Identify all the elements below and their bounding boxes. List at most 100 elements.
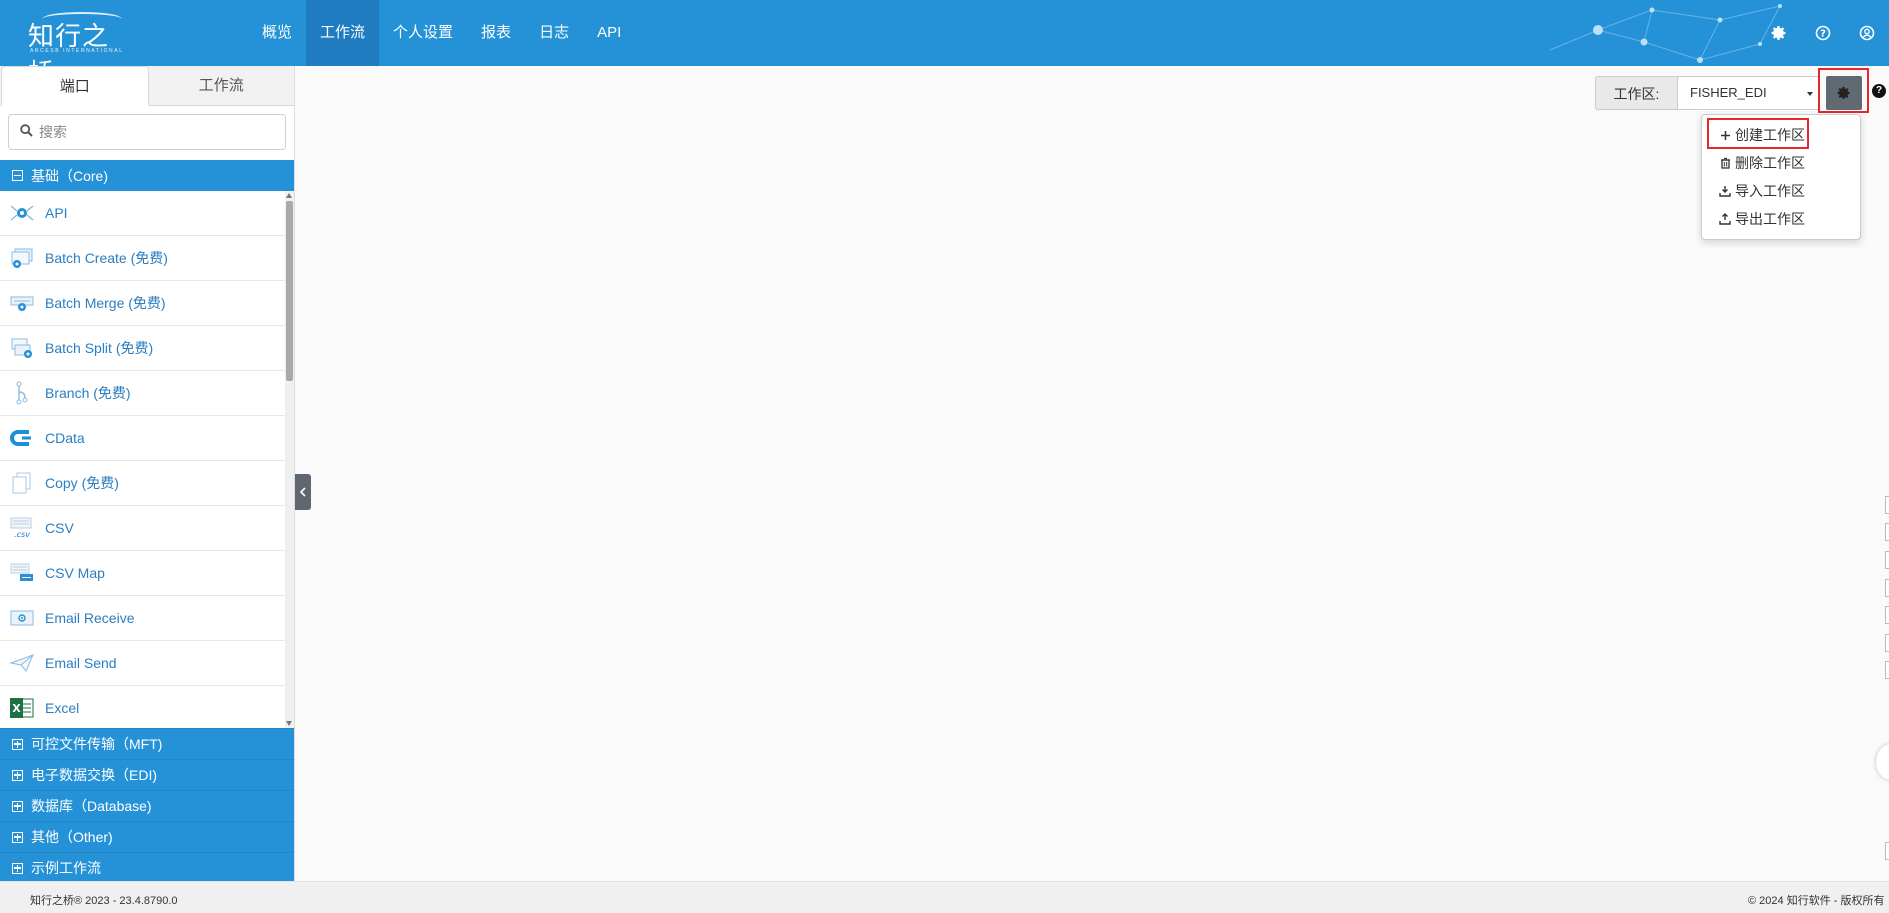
expand-icon — [12, 769, 23, 781]
canvas-tool-button[interactable] — [1885, 661, 1889, 679]
nav-workflow[interactable]: 工作流 — [306, 0, 380, 66]
port-batch-merge[interactable]: Batch Merge (免费) — [0, 281, 285, 326]
port-csv[interactable]: .csv CSV — [0, 506, 285, 551]
port-batch-create[interactable]: Batch Create (免费) — [0, 236, 285, 281]
port-label: Email Send — [45, 655, 117, 671]
footer: 知行之桥® 2023 - 23.4.8790.0 © 2024 知行软件 - 版… — [0, 881, 1889, 913]
scroll-up-arrow[interactable] — [286, 193, 292, 198]
canvas-tool-button[interactable] — [1885, 523, 1889, 541]
canvas-tool-button[interactable] — [1885, 496, 1889, 514]
workspace-help-icon[interactable]: ? — [1872, 84, 1886, 98]
menu-label: 导入工作区 — [1735, 183, 1805, 199]
port-email-send[interactable]: Email Send — [0, 641, 285, 686]
header-icons: ? — [1757, 0, 1889, 66]
port-excel[interactable]: X Excel — [0, 686, 285, 728]
expand-icon — [12, 738, 23, 750]
port-label: API — [45, 205, 68, 221]
import-icon — [1718, 184, 1732, 198]
scroll-thumb[interactable] — [286, 201, 293, 381]
excel-icon: X — [9, 695, 35, 721]
sidebar-tabs: 端口 工作流 — [0, 66, 294, 106]
workspace-dropdown[interactable]: FISHER_EDI — [1677, 76, 1820, 110]
port-api[interactable]: API — [0, 191, 285, 236]
main-nav: 概览 工作流 个人设置 报表 日志 API — [248, 0, 635, 66]
menu-delete-workspace[interactable]: 删除工作区 — [1702, 149, 1860, 177]
help-icon[interactable]: ? — [1801, 0, 1845, 66]
canvas-tool-button[interactable] — [1885, 842, 1889, 860]
search-box — [8, 114, 286, 150]
svg-text:?: ? — [1820, 29, 1826, 40]
category-sample-workflows[interactable]: 示例工作流 — [0, 852, 294, 883]
create-highlight-box — [1707, 118, 1809, 149]
user-icon[interactable] — [1845, 0, 1889, 66]
export-icon — [1718, 212, 1732, 226]
search-icon — [20, 123, 33, 141]
csv-map-icon — [9, 560, 35, 586]
svg-text:.csv: .csv — [14, 530, 30, 539]
category-list: 可控文件传输（MFT) 电子数据交换（EDI) 数据库（Database) 其他… — [0, 728, 294, 883]
cdata-icon — [9, 425, 35, 451]
canvas-tool-button[interactable] — [1885, 634, 1889, 652]
workspace-label: 工作区: — [1595, 76, 1677, 110]
email-receive-icon — [9, 605, 35, 631]
top-navbar: 知行之桥 ARCESB INTERNATIONAL 概览 工作流 个人设置 报表… — [0, 0, 1889, 66]
nav-reports[interactable]: 报表 — [467, 0, 525, 66]
expand-icon — [12, 800, 23, 812]
search-input[interactable] — [39, 124, 269, 140]
batch-split-icon — [9, 335, 35, 361]
category-label: 数据库（Database) — [31, 798, 152, 814]
tab-ports[interactable]: 端口 — [1, 66, 149, 106]
canvas-tool-button[interactable] — [1885, 551, 1889, 569]
logo[interactable]: 知行之桥 ARCESB INTERNATIONAL — [28, 12, 128, 66]
port-branch[interactable]: Branch (免费) — [0, 371, 285, 416]
search-wrapper — [0, 106, 294, 160]
batch-merge-icon — [9, 290, 35, 316]
port-copy[interactable]: Copy (免费) — [0, 461, 285, 506]
scroll-down-arrow[interactable] — [286, 721, 292, 726]
expand-icon — [12, 831, 23, 843]
api-gear-icon — [9, 200, 35, 226]
port-label: Branch (免费) — [45, 385, 131, 401]
category-label: 可控文件传输（MFT) — [31, 736, 163, 752]
category-label: 其他（Other) — [31, 829, 113, 845]
category-core[interactable]: 基础（Core) — [0, 160, 294, 191]
port-label: Copy (免费) — [45, 475, 119, 491]
logo-subtitle: ARCESB INTERNATIONAL — [30, 48, 124, 54]
menu-import-workspace[interactable]: 导入工作区 — [1702, 177, 1860, 205]
canvas-tool-button[interactable] — [1885, 579, 1889, 597]
category-label: 电子数据交换（EDI) — [31, 767, 157, 783]
sidebar-collapse-button[interactable] — [295, 474, 311, 510]
canvas-tool-button[interactable] — [1885, 606, 1889, 624]
floating-action-button[interactable] — [1876, 744, 1889, 780]
category-other[interactable]: 其他（Other) — [0, 821, 294, 852]
collapse-icon — [12, 170, 23, 181]
caret-down-icon — [1807, 92, 1813, 96]
settings-icon[interactable] — [1757, 0, 1801, 66]
nav-api[interactable]: API — [583, 0, 635, 66]
workspace-selector: 工作区: FISHER_EDI — [1595, 76, 1820, 110]
menu-label: 删除工作区 — [1735, 155, 1805, 171]
batch-create-icon — [9, 245, 35, 271]
category-mft[interactable]: 可控文件传输（MFT) — [0, 728, 294, 759]
category-edi[interactable]: 电子数据交换（EDI) — [0, 759, 294, 790]
port-label: Batch Create (免费) — [45, 250, 168, 266]
trash-icon — [1718, 156, 1732, 170]
nav-overview[interactable]: 概览 — [248, 0, 306, 66]
nav-profile[interactable]: 个人设置 — [379, 0, 467, 66]
port-batch-split[interactable]: Batch Split (免费) — [0, 326, 285, 371]
port-csv-map[interactable]: CSV Map — [0, 551, 285, 596]
category-database[interactable]: 数据库（Database) — [0, 790, 294, 821]
expand-icon — [12, 862, 23, 874]
port-email-receive[interactable]: Email Receive — [0, 596, 285, 641]
tab-workflows[interactable]: 工作流 — [149, 66, 295, 105]
menu-export-workspace[interactable]: 导出工作区 — [1702, 205, 1860, 233]
version-text: 知行之桥® 2023 - 23.4.8790.0 — [30, 895, 178, 907]
nav-logs[interactable]: 日志 — [525, 0, 583, 66]
port-label: Excel — [45, 700, 80, 716]
csv-icon: .csv — [9, 515, 35, 541]
copyright-text: © 2024 知行软件 - 版权所有 — [1748, 895, 1885, 907]
port-label: Batch Split (免费) — [45, 340, 154, 356]
port-cdata[interactable]: CData — [0, 416, 285, 461]
port-list-scrollbar[interactable] — [285, 191, 294, 728]
sidebar: 端口 工作流 基础（Core) API Batch Create (免费) — [0, 66, 295, 883]
